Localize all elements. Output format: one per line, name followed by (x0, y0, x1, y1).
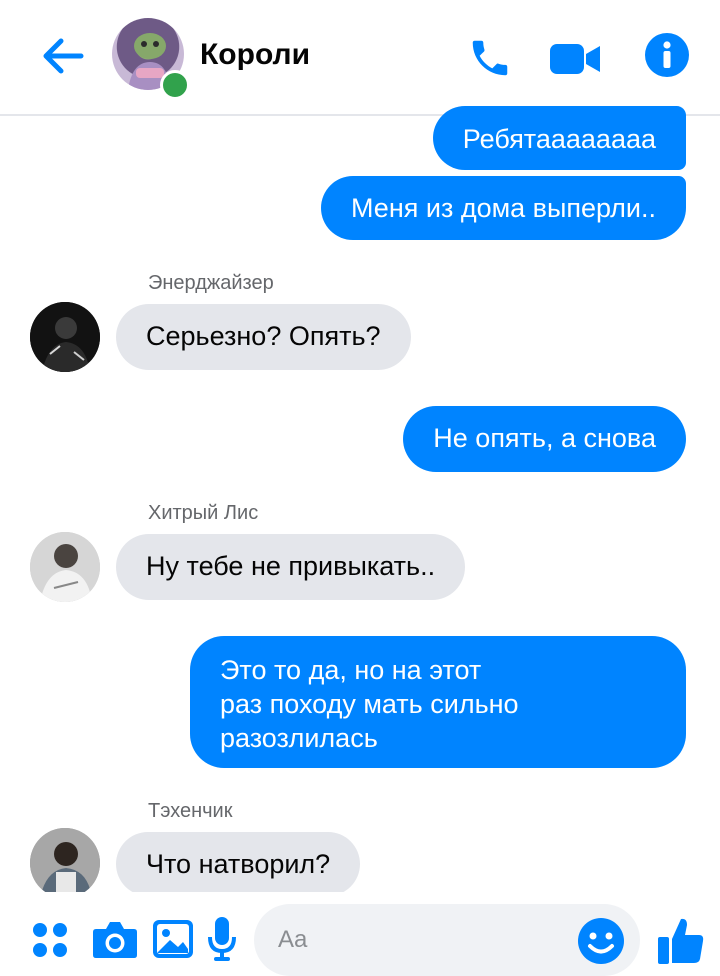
apps-icon (33, 923, 67, 957)
apps-button[interactable] (30, 920, 70, 960)
message-line: Это то да, но на этот (220, 655, 482, 685)
info-icon (645, 33, 689, 77)
voice-message-button[interactable] (206, 914, 238, 964)
online-status-dot (160, 70, 190, 100)
gallery-icon (153, 920, 193, 958)
avatar[interactable] (30, 302, 100, 372)
message-bubble-outgoing[interactable]: Ребятаааааааа (432, 106, 686, 170)
avatar[interactable] (30, 828, 100, 898)
message-bubble-incoming[interactable]: Ну тебе не привыкать.. (116, 534, 466, 600)
sender-name: Энерджайзер (148, 272, 274, 294)
voice-call-button[interactable] (466, 34, 514, 82)
message-bubble-outgoing[interactable]: Это то да, но на этот раз походу мать си… (190, 636, 686, 768)
avatar-image (30, 828, 100, 898)
avatar-image (30, 532, 100, 602)
emoji-button[interactable] (576, 916, 626, 966)
arrow-left-icon (43, 38, 84, 74)
microphone-icon (208, 917, 236, 961)
video-camera-icon (550, 44, 600, 74)
sender-name: Хитрый Лис (148, 502, 259, 524)
chat-info-button[interactable] (644, 32, 690, 78)
message-line: разозлилась (220, 723, 378, 753)
like-button[interactable] (656, 914, 706, 966)
message-bubble-incoming[interactable]: Серьезно? Опять? (116, 304, 411, 370)
camera-button[interactable] (92, 918, 138, 960)
sender-name: Тэхенчик (148, 800, 233, 822)
message-line: раз походу мать сильно (220, 689, 519, 719)
message-bubble-incoming[interactable]: Что натворил? (116, 832, 361, 896)
thumbs-up-icon (658, 918, 704, 964)
back-button[interactable] (38, 34, 88, 78)
emoji-icon (578, 918, 624, 964)
phone-icon (472, 40, 508, 76)
avatar[interactable] (30, 532, 100, 602)
chat-header: Короли (0, 0, 720, 116)
camera-icon (93, 922, 137, 958)
message-bubble-outgoing[interactable]: Не опять, а снова (403, 406, 686, 472)
gallery-button[interactable] (152, 918, 194, 960)
message-bubble-outgoing[interactable]: Меня из дома выперли.. (321, 176, 686, 240)
video-call-button[interactable] (548, 38, 602, 80)
avatar-image (30, 302, 100, 372)
chat-title[interactable]: Короли (200, 38, 310, 72)
